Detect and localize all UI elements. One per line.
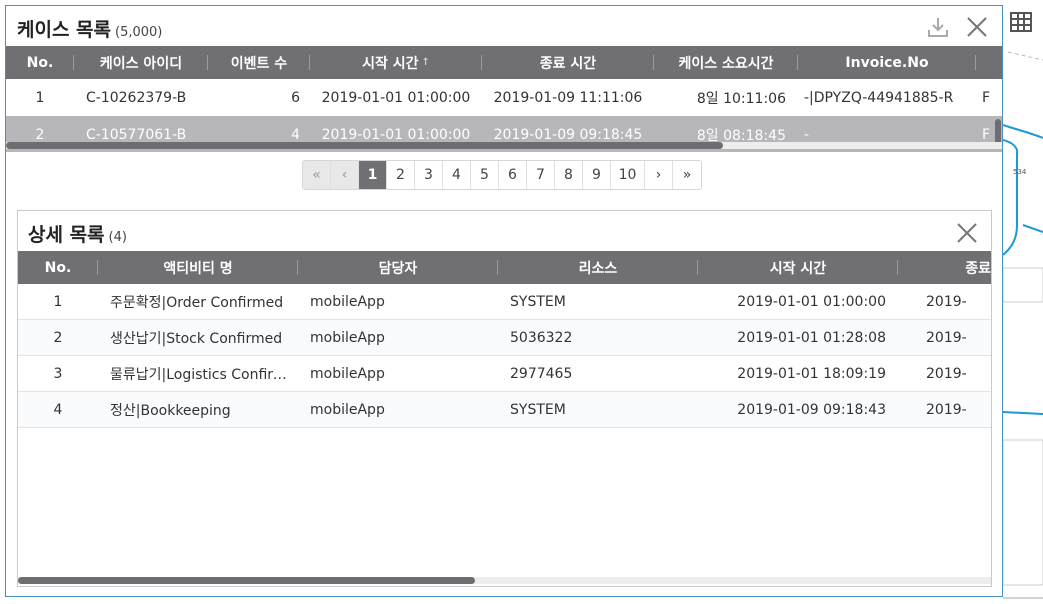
column-header-duration[interactable]: 케이스 소요시간	[654, 46, 798, 79]
cell-end-time: 2019-01-09 09:18:45	[493, 126, 643, 143]
cell-start-time: 2019-01-09 09:18:43	[737, 401, 886, 418]
cell-no: 3	[53, 365, 63, 382]
case-list-panel: 케이스 목록 (5,000) No. 케이스 아이디 이벤트 수 시작 시간 ↑ 종…	[5, 5, 1003, 597]
page-button-2[interactable]: 2	[387, 161, 415, 189]
detail-list-title-text: 상세 목록	[28, 224, 105, 246]
cell-invoice-no: -	[804, 126, 810, 143]
grid-icon	[1010, 12, 1032, 32]
cell-resource: SYSTEM	[510, 293, 566, 310]
list-item[interactable]: 1 주문확정|Order Confirmed mobileApp SYSTEM …	[18, 284, 991, 320]
detail-table-horizontal-scroll-thumb[interactable]	[18, 577, 476, 584]
cell-owner: mobileApp	[310, 293, 385, 310]
column-header-resource[interactable]: 리소스	[498, 251, 698, 284]
download-button[interactable]	[926, 15, 950, 39]
column-header-activity-name[interactable]: 액티비티 명	[98, 251, 298, 284]
list-item[interactable]: 4 정산|Bookkeeping mobileApp SYSTEM 2019-0…	[18, 392, 991, 428]
page-button-9[interactable]: 9	[583, 161, 611, 189]
first-page-button[interactable]: «	[303, 161, 331, 189]
cell-owner: mobileApp	[310, 401, 385, 418]
cell-resource: SYSTEM	[510, 401, 566, 418]
grid-view-button[interactable]	[1009, 10, 1035, 34]
cell-end-time: 2019-01-09 11:11:06	[493, 89, 643, 106]
column-header-end-time[interactable]: 종료	[898, 251, 991, 284]
case-list-title-text: 케이스 목록	[17, 19, 112, 41]
column-header-owner[interactable]: 담당자	[298, 251, 498, 284]
detail-list-panel: 상세 목록 (4) No. 액티비티 명 담당자 리소스 시작 시간 종료 1 주…	[17, 210, 992, 587]
cell-no: 1	[53, 293, 63, 310]
cell-owner: mobileApp	[310, 365, 385, 382]
cell-invoice-no: -|DPYZQ-44941885-R	[804, 89, 954, 106]
cell-case-id: C-10262379-B	[86, 89, 187, 106]
column-header-no[interactable]: No.	[6, 46, 74, 79]
page-button-3[interactable]: 3	[415, 161, 443, 189]
list-item[interactable]: 2 생산납기|Stock Confirmed mobileApp 5036322…	[18, 320, 991, 356]
column-header-end-time[interactable]: 종료 시간	[482, 46, 654, 79]
cell-start-time: 2019-01-01 01:00:00	[321, 126, 471, 143]
column-header-case-id[interactable]: 케이스 아이디	[74, 46, 208, 79]
column-header-start-time[interactable]: 시작 시간 ↑	[310, 46, 482, 79]
column-header-no[interactable]: No.	[18, 251, 98, 284]
cell-start-time: 2019-01-01 01:28:08	[737, 329, 886, 346]
column-header-start-time-label: 시작 시간	[362, 55, 419, 72]
cell-start-time: 2019-01-01 01:00:00	[737, 293, 886, 310]
detail-close-button[interactable]	[955, 221, 979, 245]
cell-resource: 2977465	[510, 365, 573, 382]
close-icon	[957, 223, 977, 243]
cell-end-time: 2019-	[926, 329, 967, 346]
page-button-5[interactable]: 5	[471, 161, 499, 189]
page-button-7[interactable]: 7	[527, 161, 555, 189]
detail-table-header: No. 액티비티 명 담당자 리소스 시작 시간 종료	[18, 251, 991, 284]
detail-list-count: (4)	[108, 230, 127, 245]
page-button-1[interactable]: 1	[359, 161, 387, 189]
cell-no: 1	[35, 89, 45, 106]
cell-end-time: 2019-	[926, 293, 967, 310]
cell-end-time: 2019-	[926, 365, 967, 382]
prev-page-button[interactable]: ‹	[331, 161, 359, 189]
cell-event-count: 4	[291, 126, 300, 143]
pagination: « ‹ 1 2 3 4 5 6 7 8 9 10 › »	[302, 160, 702, 190]
process-map-canvas[interactable]: 534	[1003, 0, 1043, 604]
download-icon	[928, 18, 948, 37]
detail-table-horizontal-scrollbar[interactable]	[18, 577, 991, 584]
case-list-title: 케이스 목록 (5,000)	[17, 15, 162, 42]
cell-owner: mobileApp	[310, 329, 385, 346]
cell-activity-name: 생산납기|Stock Confirmed	[110, 330, 283, 347]
case-table-horizontal-scroll-thumb[interactable]	[6, 142, 724, 149]
cell-no: 2	[35, 126, 45, 143]
close-icon	[967, 17, 987, 37]
list-item[interactable]: 3 물류납기|Logistics Confirm... mobileApp 29…	[18, 356, 991, 392]
last-page-button[interactable]: »	[673, 161, 701, 189]
cell-no: 4	[53, 401, 63, 418]
column-header-overflow	[976, 46, 1002, 79]
cell-end-time: 2019-	[926, 401, 967, 418]
column-header-start-time[interactable]: 시작 시간	[698, 251, 898, 284]
case-list-count: (5,000)	[115, 25, 163, 40]
cell-duration: 8일 10:11:06	[696, 90, 786, 107]
cell-activity-name: 물류납기|Logistics Confirm...	[110, 366, 298, 383]
cell-activity-name: 정산|Bookkeeping	[110, 402, 231, 419]
sort-ascending-icon: ↑	[421, 57, 430, 68]
next-page-button[interactable]: ›	[645, 161, 673, 189]
cell-resource: 5036322	[510, 329, 573, 346]
cell-activity-name: 주문확정|Order Confirmed	[110, 294, 284, 311]
page-button-10[interactable]: 10	[611, 161, 645, 189]
cell-overflow: F	[982, 89, 991, 106]
cell-event-count: 6	[291, 89, 300, 106]
page-button-8[interactable]: 8	[555, 161, 583, 189]
case-table-horizontal-scrollbar[interactable]	[6, 142, 1002, 149]
column-header-event-count[interactable]: 이벤트 수	[208, 46, 310, 79]
page-button-4[interactable]: 4	[443, 161, 471, 189]
cell-case-id: C-10577061-B	[86, 126, 187, 143]
detail-table: No. 액티비티 명 담당자 리소스 시작 시간 종료 1 주문확정|Order…	[18, 251, 991, 571]
column-header-invoice-no[interactable]: Invoice.No	[798, 46, 976, 79]
cell-start-time: 2019-01-01 18:09:19	[737, 365, 886, 382]
close-button[interactable]	[965, 15, 989, 39]
detail-list-title: 상세 목록 (4)	[28, 220, 127, 247]
case-table: No. 케이스 아이디 이벤트 수 시작 시간 ↑ 종료 시간 케이스 소요시간 …	[6, 46, 1002, 152]
case-table-header: No. 케이스 아이디 이벤트 수 시작 시간 ↑ 종료 시간 케이스 소요시간 …	[6, 46, 1002, 79]
cell-no: 2	[53, 329, 63, 346]
cell-start-time: 2019-01-01 01:00:00	[321, 89, 471, 106]
page-button-6[interactable]: 6	[499, 161, 527, 189]
table-row[interactable]: 1 C-10262379-B 6 2019-01-01 01:00:00 201…	[6, 79, 1002, 116]
